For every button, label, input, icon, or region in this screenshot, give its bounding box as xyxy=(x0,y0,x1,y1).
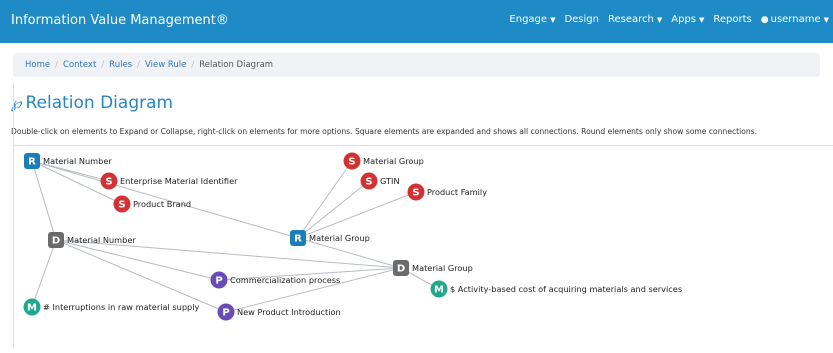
node-badge-letter: S xyxy=(412,188,419,199)
edge-r_matnum-d_matnum xyxy=(31,160,57,241)
diagram-node-m_abc[interactable]: M $ Activity-based cost of acquiring mate… xyxy=(430,280,683,298)
nav-reports-label: Reports xyxy=(713,14,752,25)
username-label: username xyxy=(770,14,821,25)
breadcrumb-home[interactable]: Home xyxy=(25,60,50,70)
user-icon: ● xyxy=(760,14,769,25)
diagram-node-p_npi[interactable]: P New Product Introduction xyxy=(217,303,341,321)
breadcrumb-context[interactable]: Context xyxy=(63,60,96,70)
breadcrumb-separator: / xyxy=(191,60,195,70)
edge-d_matnum-m_interrupt xyxy=(31,239,57,308)
nav-engage-label: Engage xyxy=(509,14,548,25)
node-label: Product Family xyxy=(427,187,487,197)
caret-down-icon: ▼ xyxy=(699,15,705,24)
top-navbar: Information Value Management® Engage ▼ De… xyxy=(0,0,833,43)
node-label: GTIN xyxy=(380,176,400,186)
page-title-text: Relation Diagram xyxy=(25,93,174,113)
node-badge-letter: M xyxy=(27,303,37,314)
node-label: Material Group xyxy=(412,263,473,273)
node-label: Enterprise Material Identifier xyxy=(120,176,238,186)
diagram-node-s_family[interactable]: S Product Family xyxy=(407,183,488,201)
node-badge-letter: S xyxy=(105,177,112,188)
node-badge-letter: R xyxy=(294,234,302,245)
page-title: ℘ Relation Diagram xyxy=(11,93,173,113)
nav-design[interactable]: Design xyxy=(564,14,599,25)
diagram-node-m_interrupt[interactable]: M # Interruptions in raw material supply xyxy=(23,298,200,316)
node-badge-letter: D xyxy=(397,264,405,275)
node-label: $ Activity-based cost of acquiring mater… xyxy=(450,284,682,294)
diagram-node-r_matgroup[interactable]: R Material Group xyxy=(290,230,370,246)
caret-down-icon: ▼ xyxy=(656,15,663,24)
nav-design-label: Design xyxy=(564,14,599,25)
nodes-layer: R Material Number S Enterprise Material Ide… xyxy=(23,152,683,321)
node-badge-letter: D xyxy=(52,236,60,247)
nav-research-label: Research xyxy=(607,14,654,25)
main-nav: Engage ▼ Design Research ▼ Apps ▼ Reports ●… xyxy=(500,14,829,25)
breadcrumb: Home / Context / Rules / View Rule / Rel… xyxy=(13,53,820,77)
node-label: # Interruptions in raw material supply xyxy=(43,302,199,312)
diagram-node-r_matnum[interactable]: R Material Number xyxy=(24,153,112,169)
breadcrumb-separator: / xyxy=(137,60,140,70)
breadcrumb-separator: / xyxy=(55,60,58,70)
left-gutter xyxy=(0,83,14,348)
breadcrumb-rules[interactable]: Rules xyxy=(109,60,132,70)
node-badge-letter: S xyxy=(118,200,125,211)
breadcrumb-current: Relation Diagram xyxy=(199,60,274,70)
node-label: Commercialization process xyxy=(230,275,340,285)
node-badge-letter: M xyxy=(434,285,444,296)
instructions-text: Double-click on elements to Expand or Co… xyxy=(11,127,758,136)
node-badge-letter: R xyxy=(28,157,36,168)
relation-diagram-svg[interactable]: R Material Number S Enterprise Material Ide… xyxy=(14,146,833,349)
node-label: New Product Introduction xyxy=(237,307,341,317)
nav-research[interactable]: Research ▼ xyxy=(608,14,662,25)
nav-reports[interactable]: Reports xyxy=(713,14,751,25)
edge-r_matgroup-s_family xyxy=(297,191,417,239)
node-label: Material Number xyxy=(67,235,136,245)
node-label: Product Brand xyxy=(133,199,191,209)
relation-diagram-canvas[interactable]: R Material Number S Enterprise Material Ide… xyxy=(13,145,833,348)
node-label: Material Group xyxy=(363,156,424,166)
node-label: Material Number xyxy=(43,156,112,166)
caret-down-icon: ▼ xyxy=(823,15,829,24)
app-title[interactable]: Information Value Management® xyxy=(11,13,229,28)
breadcrumb-view-rule[interactable]: View Rule xyxy=(145,60,186,70)
caret-down-icon: ▼ xyxy=(550,15,556,24)
diagram-node-p_comm[interactable]: P Commercialization process xyxy=(210,271,341,289)
nav-apps[interactable]: Apps ▼ xyxy=(671,14,704,25)
breadcrumb-separator: / xyxy=(101,60,105,70)
node-label: Material Group xyxy=(309,233,370,243)
nav-user-menu[interactable]: ● username ▼ xyxy=(761,14,829,25)
edge-r_matgroup-s_matgroup xyxy=(297,160,353,239)
node-badge-letter: P xyxy=(215,276,222,287)
nav-engage[interactable]: Engage ▼ xyxy=(509,14,555,25)
node-badge-letter: P xyxy=(222,308,229,319)
diagram-node-d_matgroup[interactable]: D Material Group xyxy=(393,260,473,276)
edge-r_matgroup-s_gtin xyxy=(297,180,370,239)
node-badge-letter: S xyxy=(365,177,372,188)
diagram-node-s_matgroup[interactable]: S Material Group xyxy=(343,152,424,170)
node-badge-letter: S xyxy=(348,157,355,168)
diagram-node-s_gtin[interactable]: S GTIN xyxy=(360,172,400,190)
nav-apps-label: Apps xyxy=(671,14,696,25)
diagram-node-s_brand[interactable]: S Product Brand xyxy=(113,195,192,213)
